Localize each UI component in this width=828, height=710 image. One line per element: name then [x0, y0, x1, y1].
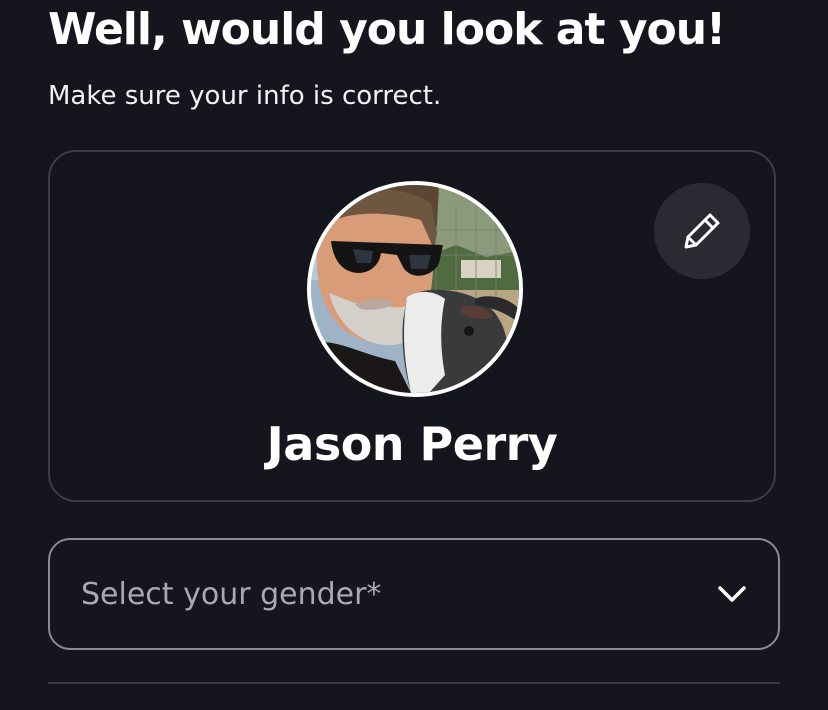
gender-select-placeholder: Select your gender*: [81, 577, 382, 612]
gender-select[interactable]: Select your gender*: [48, 538, 780, 650]
profile-card: Jason Perry: [48, 150, 776, 502]
divider: [48, 682, 780, 684]
chevron-down-icon: [718, 586, 746, 602]
edit-profile-button[interactable]: [654, 183, 750, 279]
page-title: Well, would you look at you!: [48, 4, 726, 55]
pencil-icon: [684, 213, 720, 249]
avatar: [307, 181, 523, 397]
user-name: Jason Perry: [266, 417, 558, 471]
profile-photo-icon: [311, 185, 519, 393]
page-subtitle: Make sure your info is correct.: [48, 81, 442, 111]
profile-confirmation-screen: Well, would you look at you! Make sure y…: [0, 0, 828, 710]
